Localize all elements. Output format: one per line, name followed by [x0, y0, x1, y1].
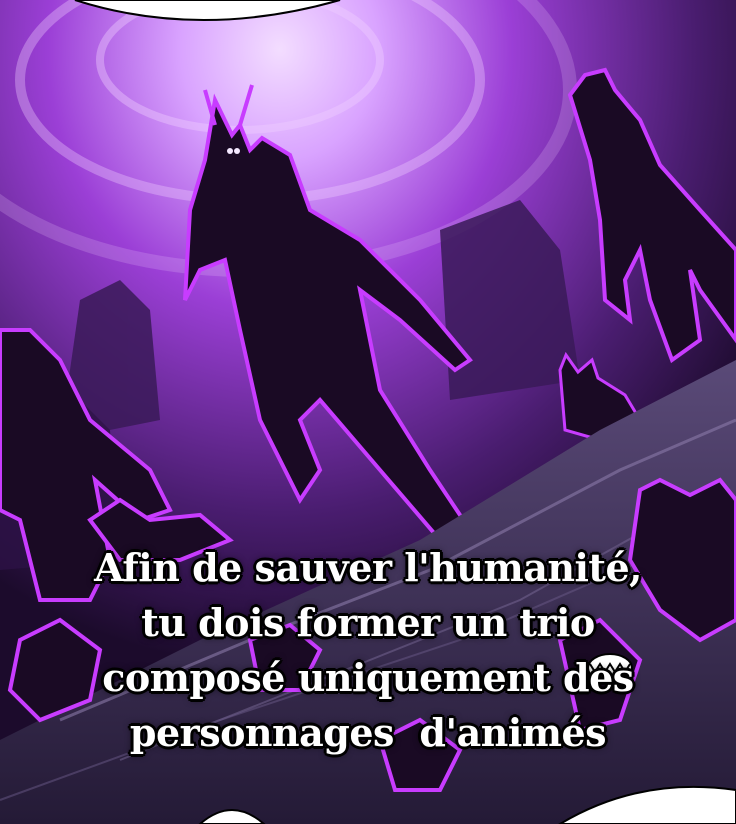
caption-line-3: composé uniquement des — [102, 655, 634, 700]
manga-panel: Afin de sauver l'humanité, tu dois forme… — [0, 0, 736, 824]
caption-line-2: tu dois former un trio — [141, 600, 595, 645]
caption-line-1: Afin de sauver l'humanité, — [94, 545, 642, 590]
caption-line-4: personnages d'animés — [129, 710, 607, 755]
caption-text: Afin de sauver l'humanité, tu dois forme… — [0, 540, 736, 760]
